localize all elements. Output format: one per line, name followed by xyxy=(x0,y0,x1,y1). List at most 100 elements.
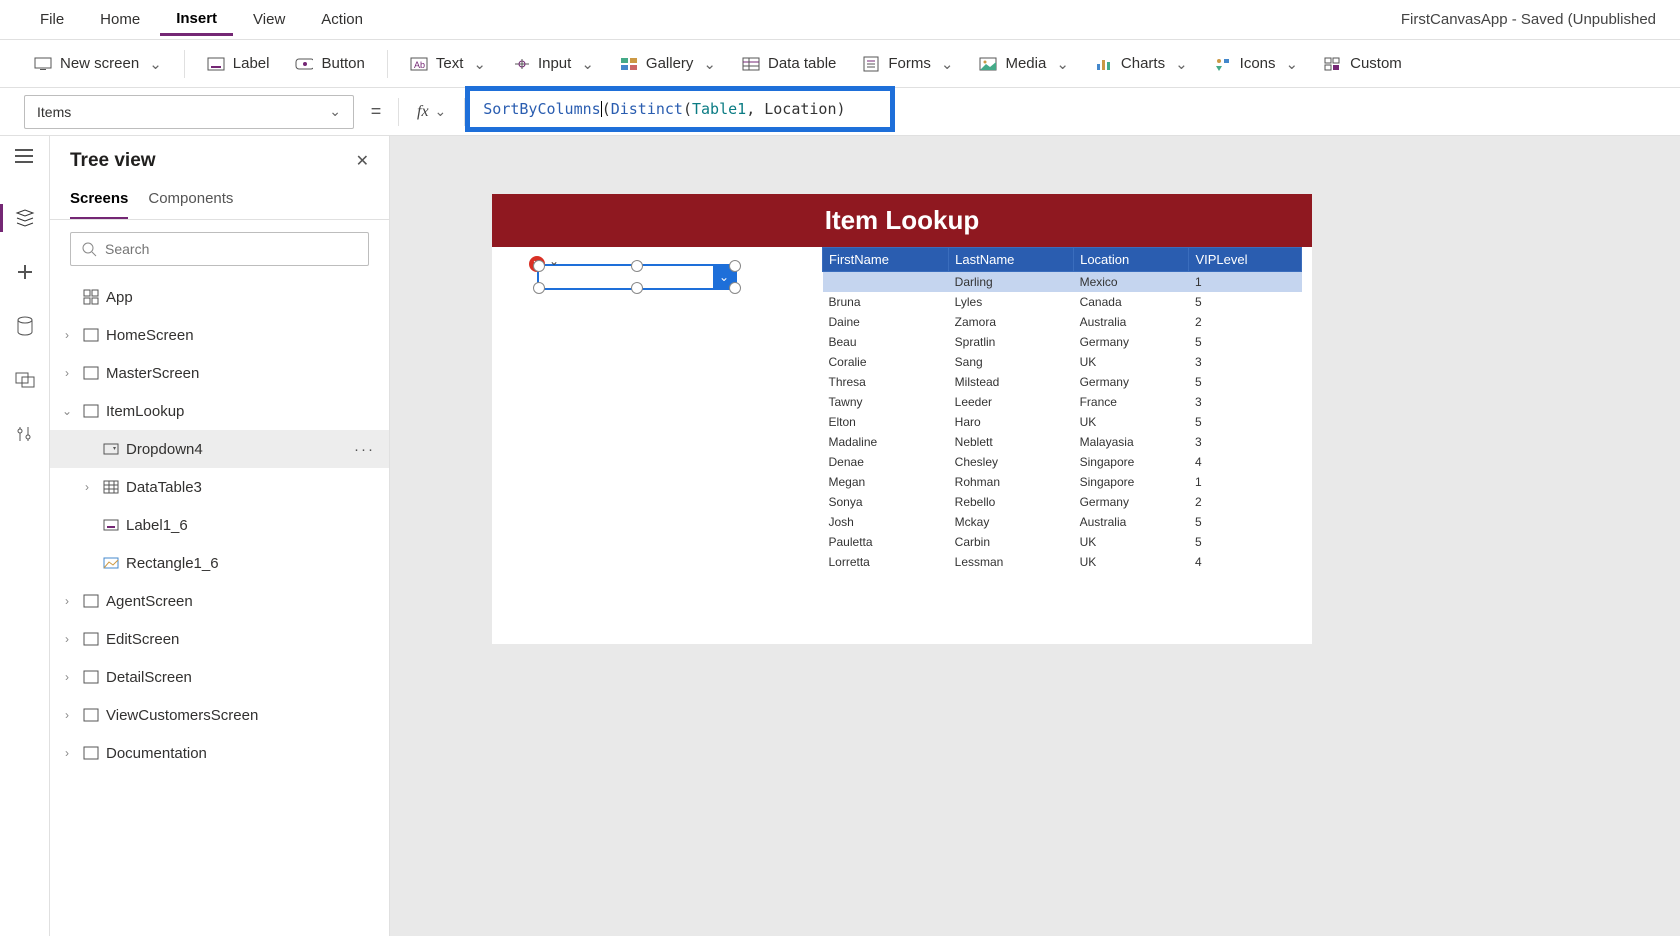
chevron-icon[interactable]: › xyxy=(58,328,76,342)
canvas-area[interactable]: Item Lookup ✕ ⌄ ⌄ FirstNameLastNameLocat… xyxy=(390,136,1680,936)
table-row[interactable]: JoshMckayAustralia5 xyxy=(823,512,1302,532)
table-cell: Bruna xyxy=(823,292,949,312)
resize-handle[interactable] xyxy=(631,260,643,272)
text-label: Text xyxy=(436,55,464,72)
data-rail-button[interactable] xyxy=(9,310,41,342)
data-table-control[interactable]: FirstNameLastNameLocationVIPLevelDarling… xyxy=(822,247,1302,644)
input-button[interactable]: Input ⌄ xyxy=(502,49,604,79)
table-row[interactable]: CoralieSangUK3 xyxy=(823,352,1302,372)
chevron-down-icon: ⌄ xyxy=(581,55,594,73)
menu-insert[interactable]: Insert xyxy=(160,4,233,36)
tree-app-root[interactable]: App xyxy=(50,278,389,316)
tree-screen-item[interactable]: ›ViewCustomersScreen xyxy=(50,696,389,734)
chevron-icon[interactable]: ⌄ xyxy=(58,404,76,418)
fx-button[interactable]: fx ⌄ xyxy=(411,103,452,121)
table-row[interactable]: PaulettaCarbinUK5 xyxy=(823,532,1302,552)
search-input[interactable] xyxy=(105,241,358,257)
more-icon[interactable]: ··· xyxy=(354,441,375,458)
table-row[interactable]: SonyaRebelloGermany2 xyxy=(823,492,1302,512)
advanced-rail-button[interactable] xyxy=(9,418,41,450)
resize-handle[interactable] xyxy=(533,282,545,294)
forms-button[interactable]: Forms ⌄ xyxy=(852,49,963,79)
tree-screen-item[interactable]: ›EditScreen xyxy=(50,620,389,658)
tree-screen-item[interactable]: ›MasterScreen xyxy=(50,354,389,392)
table-header[interactable]: VIPLevel xyxy=(1189,248,1302,272)
label-button[interactable]: Label xyxy=(197,49,280,79)
tree-item-label: DataTable3 xyxy=(126,479,202,496)
menu-home[interactable]: Home xyxy=(84,5,156,34)
table-row[interactable]: BrunaLylesCanada5 xyxy=(823,292,1302,312)
tree-screen-item[interactable]: ›DetailScreen xyxy=(50,658,389,696)
media-rail-button[interactable] xyxy=(9,364,41,396)
table-header[interactable]: LastName xyxy=(949,248,1074,272)
menu-action[interactable]: Action xyxy=(305,5,379,34)
tree-screen-item[interactable]: ⌄ItemLookup xyxy=(50,392,389,430)
dropdown-control-selected[interactable]: ✕ ⌄ ⌄ xyxy=(537,264,737,290)
equals-sign: = xyxy=(366,101,386,122)
icons-button[interactable]: Icons ⌄ xyxy=(1204,49,1308,79)
screen-body: ✕ ⌄ ⌄ FirstNameLastNameLocationVIPLevelD… xyxy=(492,247,1312,644)
tree-control-item[interactable]: › DataTable3 xyxy=(50,468,389,506)
table-cell xyxy=(823,272,949,293)
chevron-icon[interactable]: › xyxy=(58,708,76,722)
data-table-button[interactable]: Data table xyxy=(732,49,846,79)
rect-icon xyxy=(102,554,120,572)
tree-screen-item[interactable]: ›AgentScreen xyxy=(50,582,389,620)
menu-file[interactable]: File xyxy=(24,5,80,34)
tree-screen-item[interactable]: ›Documentation xyxy=(50,734,389,772)
table-cell: Zamora xyxy=(949,312,1074,332)
insert-rail-button[interactable] xyxy=(9,256,41,288)
table-cell: Chesley xyxy=(949,452,1074,472)
tree-control-item[interactable]: Rectangle1_6 xyxy=(50,544,389,582)
chevron-icon[interactable]: › xyxy=(58,670,76,684)
resize-handle[interactable] xyxy=(533,260,545,272)
gallery-button[interactable]: Gallery ⌄ xyxy=(610,49,726,79)
table-row[interactable]: DenaeChesleySingapore4 xyxy=(823,452,1302,472)
button-text: Button xyxy=(321,55,364,72)
selection-chevron-icon[interactable]: ⌄ xyxy=(549,254,559,268)
table-row[interactable]: EltonHaroUK5 xyxy=(823,412,1302,432)
chevron-icon[interactable]: › xyxy=(58,366,76,380)
hamburger-icon[interactable] xyxy=(14,148,34,164)
custom-button[interactable]: Custom xyxy=(1314,49,1412,79)
tree-screen-item[interactable]: ›HomeScreen xyxy=(50,316,389,354)
chevron-down-icon: ⌄ xyxy=(329,103,341,120)
tree-control-item[interactable]: Label1_6 xyxy=(50,506,389,544)
chevron-down-icon: ⌄ xyxy=(1286,55,1299,73)
tab-screens[interactable]: Screens xyxy=(70,184,128,219)
table-row[interactable]: MeganRohmanSingapore1 xyxy=(823,472,1302,492)
table-cell: 5 xyxy=(1189,532,1302,552)
resize-handle[interactable] xyxy=(729,282,741,294)
tree-view-rail-button[interactable] xyxy=(9,202,41,234)
table-header[interactable]: FirstName xyxy=(823,248,949,272)
menu-view[interactable]: View xyxy=(237,5,301,34)
table-row[interactable]: ThresaMilsteadGermany5 xyxy=(823,372,1302,392)
table-row[interactable]: DarlingMexico1 xyxy=(823,272,1302,293)
table-row[interactable]: MadalineNeblettMalayasia3 xyxy=(823,432,1302,452)
chevron-icon[interactable]: › xyxy=(78,480,96,494)
text-button[interactable]: Ab Text ⌄ xyxy=(400,49,496,79)
new-screen-label: New screen xyxy=(60,55,139,72)
table-row[interactable]: DaineZamoraAustralia2 xyxy=(823,312,1302,332)
tab-components[interactable]: Components xyxy=(148,184,233,219)
screen-header: Item Lookup xyxy=(492,194,1312,247)
table-row[interactable]: LorrettaLessmanUK4 xyxy=(823,552,1302,572)
chevron-icon[interactable]: › xyxy=(58,594,76,608)
property-selector[interactable]: Items ⌄ xyxy=(24,95,354,129)
table-cell: Daine xyxy=(823,312,949,332)
new-screen-button[interactable]: New screen ⌄ xyxy=(24,49,172,79)
chevron-icon[interactable]: › xyxy=(58,746,76,760)
table-row[interactable]: BeauSpratlinGermany5 xyxy=(823,332,1302,352)
media-button[interactable]: Media ⌄ xyxy=(969,49,1078,79)
button-button[interactable]: Button xyxy=(285,49,374,79)
formula-input[interactable]: SortByColumns(Distinct(Table1, Location) xyxy=(477,92,1656,132)
tree-control-item[interactable]: Dropdown4··· xyxy=(50,430,389,468)
charts-button[interactable]: Charts ⌄ xyxy=(1085,49,1198,79)
table-header[interactable]: Location xyxy=(1074,248,1189,272)
resize-handle[interactable] xyxy=(729,260,741,272)
close-icon[interactable]: ✕ xyxy=(356,151,369,171)
chevron-icon[interactable]: › xyxy=(58,632,76,646)
table-row[interactable]: TawnyLeederFrance3 xyxy=(823,392,1302,412)
resize-handle[interactable] xyxy=(631,282,643,294)
tree-search[interactable] xyxy=(70,232,369,266)
